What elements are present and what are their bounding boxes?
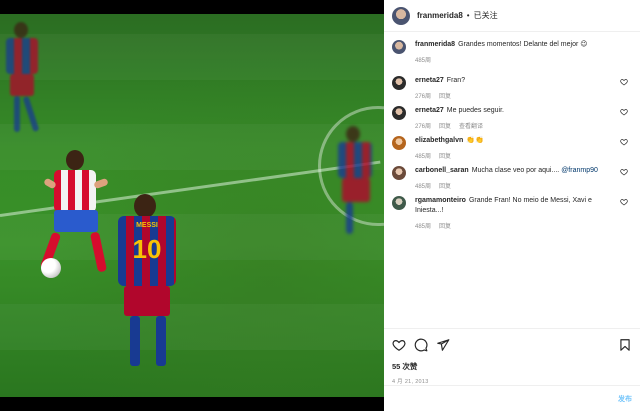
comment-item: elizabethgalvn 👏👏 485周 回复 bbox=[392, 136, 632, 166]
comment-text: Mucha clase veo por aqui.... bbox=[471, 167, 562, 174]
comment-username[interactable]: rgamamonteiro bbox=[415, 197, 466, 204]
comment-bubble-icon[interactable] bbox=[414, 338, 428, 352]
see-translation-button[interactable]: 查看翻译 bbox=[459, 124, 483, 130]
post-date: 4 月 21, 2013 bbox=[392, 379, 429, 385]
comment-username[interactable]: carbonell_saran bbox=[415, 167, 469, 174]
comment-item: carbonell_saran Mucha clase veo por aqui.… bbox=[392, 166, 632, 196]
comment-text: Me puedes seguir. bbox=[446, 107, 504, 114]
comment-username[interactable]: erneta27 bbox=[415, 77, 444, 84]
comment-item: rgamamonteiro Grande Fran! No meio de Mes… bbox=[392, 196, 632, 236]
photo-pane: MESSI 10 bbox=[0, 0, 384, 411]
jersey-number: 10 bbox=[132, 234, 162, 264]
caption: franmerida8 Grandes momentos! Delante del… bbox=[392, 40, 632, 70]
post-photo[interactable]: MESSI 10 bbox=[0, 14, 384, 397]
action-icons bbox=[392, 337, 632, 353]
comment-time[interactable]: 485周 bbox=[415, 154, 431, 160]
post-header: franmerida8 • 已关注 bbox=[384, 0, 640, 32]
like-comment-heart-icon[interactable] bbox=[620, 108, 628, 116]
like-comment-heart-icon[interactable] bbox=[620, 78, 628, 86]
like-comment-heart-icon[interactable] bbox=[620, 168, 628, 176]
football bbox=[41, 258, 61, 278]
likes-count[interactable]: 55 次赞 bbox=[392, 361, 632, 372]
pitch-stripe bbox=[0, 34, 384, 80]
comment-username[interactable]: erneta27 bbox=[415, 107, 444, 114]
post-comment-button[interactable]: 发布 bbox=[618, 394, 632, 404]
pitch-stripe bbox=[0, 304, 384, 350]
comments-list: franmerida8 Grandes momentos! Delante del… bbox=[384, 32, 640, 328]
add-comment-bar: 发布 bbox=[384, 385, 640, 411]
save-bookmark-icon[interactable] bbox=[618, 338, 632, 352]
avatar[interactable] bbox=[392, 106, 406, 120]
reply-button[interactable]: 回复 bbox=[439, 124, 451, 130]
caption-time[interactable]: 485周 bbox=[415, 58, 431, 64]
comment-time[interactable]: 276周 bbox=[415, 94, 431, 100]
comment-time[interactable]: 485周 bbox=[415, 184, 431, 190]
reply-button[interactable]: 回复 bbox=[439, 94, 451, 100]
player-messi: MESSI 10 bbox=[116, 194, 182, 374]
reply-button[interactable]: 回复 bbox=[439, 184, 451, 190]
jersey-name: MESSI bbox=[136, 222, 158, 229]
comment-text: 👏👏 bbox=[466, 137, 484, 144]
comment-text: Fran? bbox=[446, 77, 466, 84]
reply-button[interactable]: 回复 bbox=[439, 154, 451, 160]
comment-item: erneta27 Fran? 276周 回复 bbox=[392, 76, 632, 106]
instagram-post: MESSI 10 franmerida8 • 已关注 franmerida8 Gr… bbox=[0, 0, 640, 411]
header-username[interactable]: franmerida8 bbox=[417, 11, 463, 20]
avatar[interactable] bbox=[392, 6, 410, 25]
comment-time[interactable]: 485周 bbox=[415, 224, 431, 230]
player-background-right bbox=[332, 126, 384, 246]
share-paper-plane-icon[interactable] bbox=[436, 338, 450, 352]
like-comment-heart-icon[interactable] bbox=[620, 138, 628, 146]
comment-time[interactable]: 276周 bbox=[415, 124, 431, 130]
post-sidebar: franmerida8 • 已关注 franmerida8 Grandes mom… bbox=[384, 0, 640, 411]
header-separator: • bbox=[466, 11, 470, 20]
avatar[interactable] bbox=[392, 196, 406, 210]
like-heart-icon[interactable] bbox=[392, 338, 406, 352]
comment-input[interactable] bbox=[392, 392, 618, 406]
reply-button[interactable]: 回复 bbox=[439, 224, 451, 230]
avatar[interactable] bbox=[392, 76, 406, 90]
caption-text: Grandes momentos! Delante del mejor 😉 bbox=[458, 41, 588, 48]
like-comment-heart-icon[interactable] bbox=[620, 198, 628, 206]
follow-status-button[interactable]: 已关注 bbox=[474, 10, 498, 21]
comment-mention-link[interactable]: @franmp90 bbox=[561, 167, 598, 174]
post-actions: 55 次赞 4 月 21, 2013 bbox=[384, 328, 640, 385]
avatar[interactable] bbox=[392, 166, 406, 180]
avatar[interactable] bbox=[392, 136, 406, 150]
caption-username[interactable]: franmerida8 bbox=[415, 41, 455, 48]
avatar[interactable] bbox=[392, 40, 406, 54]
comment-username[interactable]: elizabethgalvn bbox=[415, 137, 463, 144]
comment-item: erneta27 Me puedes seguir. 276周 回复 查看翻译 bbox=[392, 106, 632, 136]
